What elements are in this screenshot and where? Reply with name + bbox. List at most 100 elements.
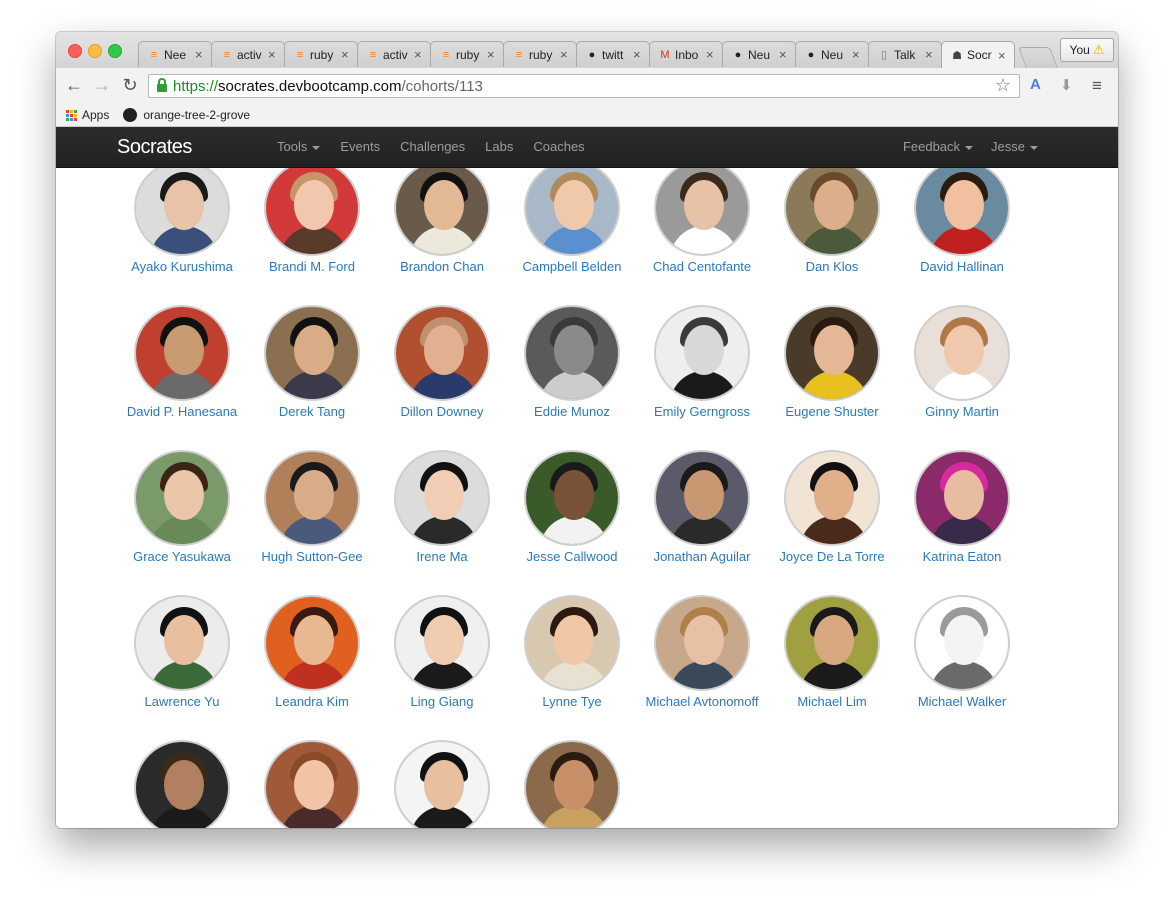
- bookmark-apps[interactable]: Apps: [82, 108, 109, 122]
- reload-icon[interactable]: ↻: [120, 75, 140, 96]
- avatar[interactable]: [394, 305, 490, 401]
- avatar[interactable]: [914, 595, 1010, 691]
- cohort-member[interactable]: Katrina Eaton: [897, 450, 1027, 564]
- extension-icon[interactable]: ⬇: [1060, 76, 1073, 94]
- cohort-member[interactable]: Michael Walker: [897, 595, 1027, 709]
- cohort-member[interactable]: [377, 740, 507, 828]
- cohort-member[interactable]: [247, 740, 377, 828]
- avatar[interactable]: [134, 450, 230, 546]
- cohort-member[interactable]: Jesse Callwood: [507, 450, 637, 564]
- member-name-link[interactable]: Michael Walker: [897, 694, 1027, 709]
- member-name-link[interactable]: Jonathan Aguilar: [637, 549, 767, 564]
- site-brand[interactable]: Socrates: [117, 136, 192, 159]
- member-name-link[interactable]: Brandi M. Ford: [247, 259, 377, 274]
- close-tab-icon[interactable]: ×: [633, 47, 643, 62]
- cohort-member[interactable]: Brandi M. Ford: [247, 168, 377, 274]
- cohort-member[interactable]: Emily Gerngross: [637, 305, 767, 419]
- forward-icon[interactable]: →: [92, 75, 112, 96]
- member-name-link[interactable]: Dillon Downey: [377, 404, 507, 419]
- avatar[interactable]: [654, 168, 750, 256]
- member-name-link[interactable]: Irene Ma: [377, 549, 507, 564]
- cohort-member[interactable]: Ayako Kurushima: [117, 168, 247, 274]
- avatar[interactable]: [524, 450, 620, 546]
- member-name-link[interactable]: Ling Giang: [377, 694, 507, 709]
- avatar[interactable]: [914, 305, 1010, 401]
- member-name-link[interactable]: Campbell Belden: [507, 259, 637, 274]
- member-name-link[interactable]: Jesse Callwood: [507, 549, 637, 564]
- browser-tab[interactable]: ≡ ruby ×: [503, 41, 577, 67]
- close-tab-icon[interactable]: ×: [414, 47, 424, 62]
- menu-icon[interactable]: ≡: [1092, 76, 1102, 96]
- member-name-link[interactable]: David P. Hanesana: [117, 404, 247, 419]
- avatar[interactable]: [654, 595, 750, 691]
- cohort-member[interactable]: Chad Centofante: [637, 168, 767, 274]
- member-name-link[interactable]: Brandon Chan: [377, 259, 507, 274]
- cohort-member[interactable]: Michael Lim: [767, 595, 897, 709]
- browser-tab[interactable]: ≡ activ ×: [357, 41, 431, 67]
- member-name-link[interactable]: Hugh Sutton-Gee: [247, 549, 377, 564]
- avatar[interactable]: [394, 595, 490, 691]
- avatar[interactable]: [394, 168, 490, 256]
- avatar[interactable]: [914, 168, 1010, 256]
- member-name-link[interactable]: Emily Gerngross: [637, 404, 767, 419]
- cohort-member[interactable]: [117, 740, 247, 828]
- avatar[interactable]: [524, 168, 620, 256]
- avatar[interactable]: [654, 450, 750, 546]
- cohort-member[interactable]: Joyce De La Torre: [767, 450, 897, 564]
- browser-tab[interactable]: ≡ Nee ×: [138, 41, 212, 67]
- bookmark-star-icon[interactable]: ☆: [995, 75, 1011, 96]
- minimize-window-button[interactable]: [88, 44, 102, 58]
- browser-tab[interactable]: ≡ ruby ×: [430, 41, 504, 67]
- member-name-link[interactable]: Leandra Kim: [247, 694, 377, 709]
- browser-tab[interactable]: ● twitt ×: [576, 41, 650, 67]
- member-name-link[interactable]: Dan Klos: [767, 259, 897, 274]
- avatar[interactable]: [524, 740, 620, 828]
- avatar[interactable]: [394, 740, 490, 828]
- avatar[interactable]: [134, 595, 230, 691]
- cohort-member[interactable]: Derek Tang: [247, 305, 377, 419]
- nav-challenges[interactable]: Challenges: [400, 127, 465, 167]
- browser-tab[interactable]: ▯ Talk ×: [868, 41, 942, 67]
- member-name-link[interactable]: David Hallinan: [897, 259, 1027, 274]
- cohort-member[interactable]: Lawrence Yu: [117, 595, 247, 709]
- member-name-link[interactable]: Michael Avtonomoff: [637, 694, 767, 709]
- avatar[interactable]: [134, 740, 230, 828]
- avatar[interactable]: [264, 450, 360, 546]
- cohort-member[interactable]: Jonathan Aguilar: [637, 450, 767, 564]
- close-window-button[interactable]: [68, 44, 82, 58]
- nav-coaches[interactable]: Coaches: [533, 127, 584, 167]
- address-bar[interactable]: https://socrates.devbootcamp.com/cohorts…: [148, 74, 1020, 98]
- cohort-member[interactable]: Michael Avtonomoff: [637, 595, 767, 709]
- member-name-link[interactable]: Lawrence Yu: [117, 694, 247, 709]
- profile-button[interactable]: You ⚠: [1060, 38, 1114, 62]
- close-tab-icon[interactable]: ×: [852, 47, 862, 62]
- nav-user-menu[interactable]: Jesse: [991, 127, 1038, 167]
- cohort-member[interactable]: Ginny Martin: [897, 305, 1027, 419]
- cohort-member[interactable]: Grace Yasukawa: [117, 450, 247, 564]
- avatar[interactable]: [524, 595, 620, 691]
- cohort-member[interactable]: David Hallinan: [897, 168, 1027, 274]
- member-name-link[interactable]: Ginny Martin: [897, 404, 1027, 419]
- avatar[interactable]: [784, 168, 880, 256]
- cohort-member[interactable]: [507, 740, 637, 828]
- bookmark-orange-tree[interactable]: orange-tree-2-grove: [143, 108, 250, 122]
- translate-icon[interactable]: A: [1030, 76, 1041, 93]
- member-name-link[interactable]: Katrina Eaton: [897, 549, 1027, 564]
- cohort-member[interactable]: Dillon Downey: [377, 305, 507, 419]
- avatar[interactable]: [264, 168, 360, 256]
- member-name-link[interactable]: Joyce De La Torre: [767, 549, 897, 564]
- member-name-link[interactable]: Ayako Kurushima: [117, 259, 247, 274]
- close-tab-icon[interactable]: ×: [560, 47, 570, 62]
- new-tab-button[interactable]: [1018, 47, 1058, 68]
- cohort-member[interactable]: Eugene Shuster: [767, 305, 897, 419]
- member-name-link[interactable]: Chad Centofante: [637, 259, 767, 274]
- cohort-member[interactable]: Dan Klos: [767, 168, 897, 274]
- avatar[interactable]: [784, 305, 880, 401]
- close-tab-icon[interactable]: ×: [998, 48, 1008, 63]
- avatar[interactable]: [784, 450, 880, 546]
- cohort-member[interactable]: Brandon Chan: [377, 168, 507, 274]
- member-name-link[interactable]: Eugene Shuster: [767, 404, 897, 419]
- nav-feedback[interactable]: Feedback: [903, 127, 974, 167]
- avatar[interactable]: [784, 595, 880, 691]
- avatar[interactable]: [524, 305, 620, 401]
